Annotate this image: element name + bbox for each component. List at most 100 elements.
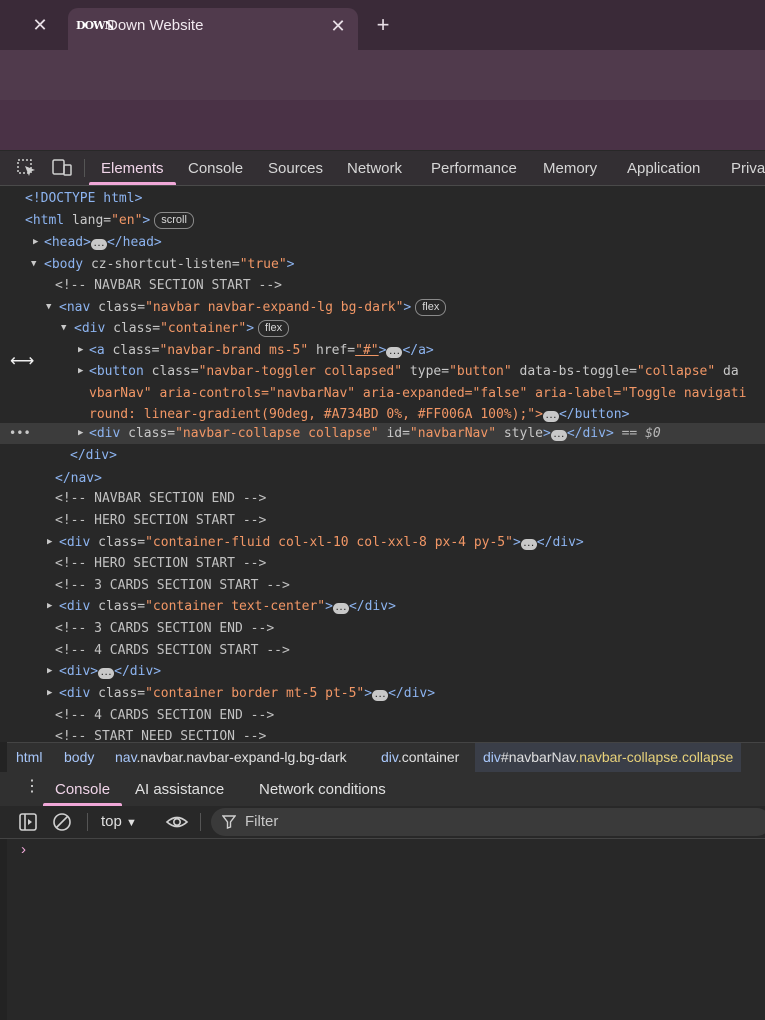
flex-badge[interactable]: flex (415, 299, 447, 316)
drawer-tab-console[interactable]: Console (42, 772, 123, 806)
dom-node-head[interactable]: ▶ <head>… </head> (0, 232, 765, 253)
dom-node-comment[interactable]: <!-- START NEED SECTION --> (0, 726, 765, 742)
dom-node-comment[interactable]: <!-- HERO SECTION START --> (0, 510, 765, 531)
ellipsis-icon[interactable]: … (98, 665, 115, 679)
attr-value: "navbarNav" (409, 426, 497, 441)
close-icon[interactable]: ✕ (28, 13, 52, 37)
expand-triangle-icon[interactable]: ▶ (78, 361, 83, 382)
console-output[interactable]: › (7, 839, 765, 1020)
dom-node-comment[interactable]: <!-- NAVBAR SECTION END --> (0, 488, 765, 509)
attr-value: "container" (160, 321, 247, 336)
collapse-triangle-icon[interactable]: ▼ (61, 318, 66, 339)
dom-node-comment[interactable]: <!-- 3 CARDS SECTION START --> (0, 575, 765, 596)
page-viewport (0, 100, 765, 150)
attr-value: "true" (239, 257, 287, 272)
tab-elements[interactable]: Elements (89, 151, 175, 185)
expand-triangle-icon[interactable]: ▶ (47, 661, 52, 682)
dom-node-nav[interactable]: ▼ <nav class="navbar navbar-expand-lg bg… (0, 297, 765, 318)
close-icon[interactable]: ✕ (326, 14, 350, 38)
sidebar-toggle-icon[interactable] (18, 812, 38, 832)
comment-text: <!-- NAVBAR SECTION START --> (55, 278, 282, 293)
dom-node-close-nav[interactable]: </nav> (0, 468, 765, 489)
dom-node-comment[interactable]: <!-- 4 CARDS SECTION START --> (0, 640, 765, 661)
drawer-menu-icon[interactable]: ⋮ (24, 778, 40, 796)
breadcrumb-item-body[interactable]: body (56, 743, 102, 772)
attr-value: "container-fluid col-xl-10 col-xxl-8 px-… (145, 535, 513, 550)
dom-node-border-div[interactable]: ▶ <div class="container border mt-5 pt-5… (0, 683, 765, 704)
ellipsis-icon[interactable]: … (386, 344, 403, 358)
chevron-down-icon: ▼ (126, 817, 137, 829)
dom-node-div-container[interactable]: ▼ <div class="container"> flex (0, 318, 765, 339)
tab-memory[interactable]: Memory (543, 151, 597, 185)
dom-node-a[interactable]: ▶ <a class="navbar-brand ms-5" href="#">… (0, 340, 765, 361)
tab-performance[interactable]: Performance (431, 151, 517, 185)
dom-node-body[interactable]: ▼ <body cz-shortcut-listen="true"> (0, 254, 765, 275)
dom-node-button[interactable]: ▶ <button class="navbar-toggler collapse… (0, 361, 765, 382)
breadcrumb-item-html[interactable]: html (8, 743, 50, 772)
expand-triangle-icon[interactable]: ▶ (47, 532, 52, 553)
attr-value: "navbar-brand ms-5" (159, 343, 309, 358)
dom-node-cards3-div[interactable]: ▶ <div class="container text-center">… </… (0, 596, 765, 617)
collapse-triangle-icon[interactable]: ▼ (31, 254, 36, 275)
attr-name: lang (71, 213, 104, 228)
eye-icon[interactable] (165, 813, 189, 831)
inspect-element-icon[interactable] (16, 158, 38, 178)
dom-node-hero-div[interactable]: ▶ <div class="container-fluid col-xl-10 … (0, 532, 765, 553)
expand-triangle-icon[interactable]: ▶ (47, 683, 52, 704)
collapse-triangle-icon[interactable]: ▼ (46, 297, 51, 318)
filter-icon (222, 815, 236, 829)
filter-input[interactable]: Filter (211, 808, 765, 836)
breadcrumb-item-selected[interactable]: div#navbarNav.navbar-collapse.collapse (475, 743, 742, 772)
ellipsis-icon[interactable]: … (332, 600, 349, 614)
scroll-badge[interactable]: scroll (154, 212, 194, 229)
attr-value-link[interactable]: "#" (355, 343, 378, 358)
tab-network[interactable]: Network (347, 151, 402, 185)
expand-triangle-icon[interactable]: ▶ (33, 232, 38, 253)
dom-node-comment[interactable]: <!-- 4 CARDS SECTION END --> (0, 705, 765, 726)
dom-node-plain-div[interactable]: ▶ <div>… </div> (0, 661, 765, 682)
drawer-tab-network-conditions[interactable]: Network conditions (259, 772, 386, 806)
tab-application[interactable]: Application (627, 151, 700, 185)
breadcrumb: html body nav.navbar.navbar-expand-lg.bg… (7, 742, 765, 772)
divider (87, 813, 88, 831)
tag-name: <div> (59, 664, 99, 679)
dom-node-comment[interactable]: <!-- NAVBAR SECTION START --> (0, 275, 765, 296)
dom-node-button-cont2: round: linear-gradient(90deg, #A734BD 0%… (89, 407, 630, 422)
dom-node-comment[interactable]: <!-- HERO SECTION START --> (0, 553, 765, 574)
breadcrumb-item-div-container[interactable]: div.container (373, 743, 467, 772)
browser-tab-active[interactable]: DOWN Down Website ✕ (68, 8, 358, 50)
clear-console-icon[interactable] (52, 812, 72, 832)
attr-value: "collapse" (636, 364, 716, 379)
tab-console[interactable]: Console (188, 151, 243, 185)
tab-sources[interactable]: Sources (268, 151, 323, 185)
device-toolbar-icon[interactable] (51, 158, 73, 178)
context-selector[interactable]: top ▼ (101, 806, 137, 838)
divider (84, 159, 85, 177)
browser-tab-strip: ✕ DOWN Down Website ✕ + (0, 0, 765, 50)
new-tab-button[interactable]: + (370, 12, 396, 38)
ellipsis-icon[interactable]: … (520, 536, 537, 550)
drawer-tab-ai-assistance[interactable]: AI assistance (135, 772, 224, 806)
ellipsis-icon[interactable]: … (372, 687, 389, 701)
flex-badge[interactable]: flex (258, 320, 290, 337)
dom-node-collapse-selected[interactable]: ••• ▶ <div class="navbar-collapse collap… (0, 423, 765, 444)
dom-node-button-cont: vbarNav" aria-controls="navbarNav" aria-… (0, 383, 765, 404)
comment-text: <!-- 4 CARDS SECTION START --> (55, 643, 290, 658)
comment-text: <!-- 3 CARDS SECTION START --> (55, 578, 290, 593)
more-options-icon[interactable]: ••• (9, 423, 31, 444)
attr-value: "button" (449, 364, 512, 379)
tab-privacy[interactable]: Privacy (731, 151, 765, 185)
dom-node-close-div[interactable]: </div> (0, 445, 765, 466)
dom-node-comment[interactable]: <!-- 3 CARDS SECTION END --> (0, 618, 765, 639)
dom-node-doctype[interactable]: <!DOCTYPE html> (0, 188, 765, 209)
ellipsis-icon[interactable]: … (90, 236, 107, 250)
dom-node-html[interactable]: <html lang="en"> scroll (0, 210, 765, 231)
attr-value: "navbar-toggler collapsed" (198, 364, 403, 379)
comment-text: <!-- HERO SECTION START --> (55, 556, 267, 571)
breadcrumb-item-nav[interactable]: nav.navbar.navbar-expand-lg.bg-dark (107, 743, 355, 772)
expand-triangle-icon[interactable]: ▶ (47, 596, 52, 617)
ellipsis-icon[interactable]: … (542, 408, 559, 422)
expand-triangle-icon[interactable]: ▶ (78, 340, 83, 361)
expand-triangle-icon[interactable]: ▶ (78, 423, 83, 444)
ellipsis-icon[interactable]: … (550, 427, 567, 441)
